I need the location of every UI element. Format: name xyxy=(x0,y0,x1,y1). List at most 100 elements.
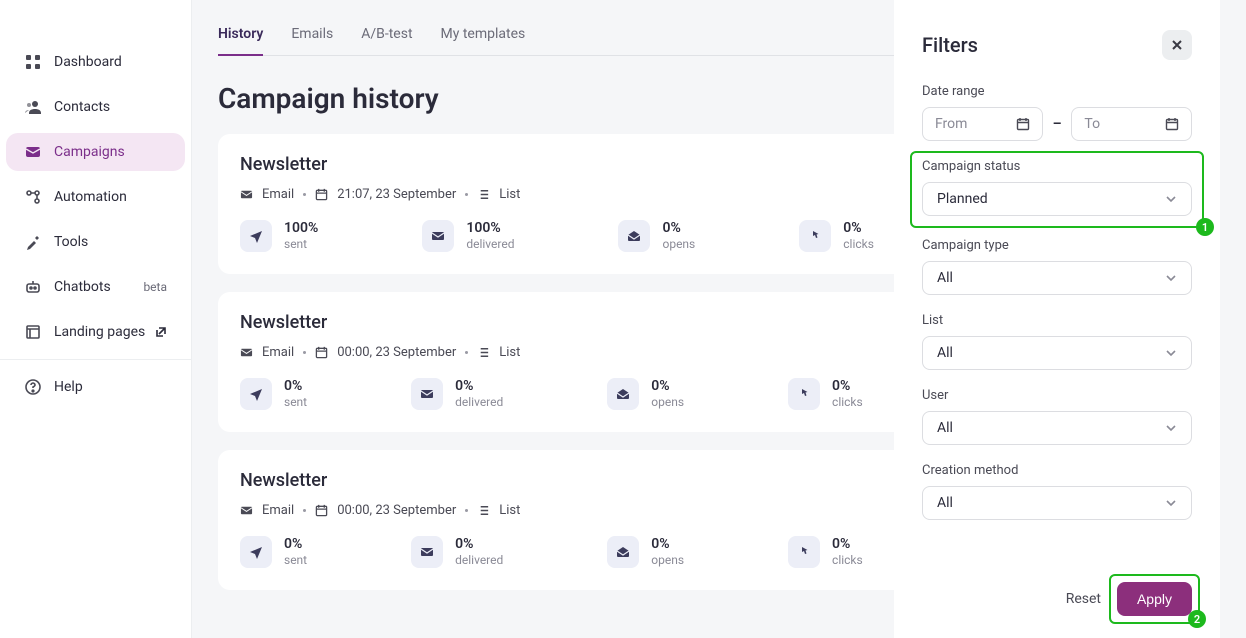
sidebar-divider xyxy=(0,359,191,360)
tab-templates[interactable]: My templates xyxy=(441,26,526,55)
stat-clicks: 0% clicks xyxy=(788,536,863,568)
sidebar-item-automation[interactable]: Automation xyxy=(6,178,185,216)
creation-method-select[interactable]: All xyxy=(922,486,1192,520)
stat-label: opens xyxy=(651,395,684,409)
sidebar-item-tools[interactable]: Tools xyxy=(6,223,185,261)
list-icon xyxy=(477,346,490,359)
stat-label: delivered xyxy=(466,237,514,251)
campaign-list-name: List xyxy=(499,503,520,518)
filter-list: List All xyxy=(922,313,1192,370)
stat-value: 100% xyxy=(284,220,318,237)
stat-opens: 0% opens xyxy=(618,220,695,252)
email-icon xyxy=(240,504,253,517)
filter-panel: Filters Date range From – To Campaign st… xyxy=(894,0,1220,638)
email-icon xyxy=(240,188,253,201)
stat-label: clicks xyxy=(843,237,874,251)
help-icon xyxy=(24,378,42,396)
stat-label: clicks xyxy=(832,553,863,567)
sidebar-item-contacts[interactable]: Contacts xyxy=(6,88,185,126)
stat-value: 0% xyxy=(832,378,863,395)
chatbots-icon xyxy=(24,278,42,296)
delivered-icon xyxy=(411,378,443,410)
stat-label: delivered xyxy=(455,553,503,567)
stat-sent: 0% sent xyxy=(240,536,307,568)
stat-label: clicks xyxy=(832,395,863,409)
page-title: Campaign history xyxy=(218,82,439,115)
campaign-date: 21:07, 23 September xyxy=(337,187,456,202)
sent-icon xyxy=(240,378,272,410)
sidebar-item-campaigns[interactable]: Campaigns xyxy=(6,133,185,171)
dashboard-icon xyxy=(24,53,42,71)
date-to-input[interactable]: To xyxy=(1071,107,1192,141)
opens-icon xyxy=(607,378,639,410)
calendar-icon xyxy=(315,504,328,517)
stat-label: opens xyxy=(651,553,684,567)
stat-value: 0% xyxy=(843,220,874,237)
sidebar-item-label: Dashboard xyxy=(54,54,122,70)
stat-label: opens xyxy=(662,237,695,251)
stat-clicks: 0% clicks xyxy=(788,378,863,410)
stat-value: 0% xyxy=(651,378,684,395)
chevron-down-icon xyxy=(1165,347,1177,359)
email-icon xyxy=(240,346,253,359)
campaign-type-select[interactable]: All xyxy=(922,261,1192,295)
filter-label-date: Date range xyxy=(922,84,1192,99)
sidebar-item-label: Campaigns xyxy=(54,144,125,160)
clicks-icon xyxy=(799,220,831,252)
tools-icon xyxy=(24,233,42,251)
contacts-icon xyxy=(24,98,42,116)
stat-delivered: 0% delivered xyxy=(411,378,503,410)
stat-value: 0% xyxy=(284,378,307,395)
filter-label-status: Campaign status xyxy=(922,159,1192,174)
campaign-type: Email xyxy=(262,503,294,518)
chevron-down-icon xyxy=(1165,497,1177,509)
filter-campaign-type: Campaign type All xyxy=(922,238,1192,295)
calendar-icon xyxy=(315,188,328,201)
sidebar-item-label: Automation xyxy=(54,189,127,205)
chevron-down-icon xyxy=(1165,272,1177,284)
filter-footer: Reset Apply 2 xyxy=(922,582,1192,616)
stat-label: sent xyxy=(284,237,318,251)
filter-label-type: Campaign type xyxy=(922,238,1192,253)
opens-icon xyxy=(618,220,650,252)
chevron-down-icon xyxy=(1165,422,1177,434)
annotation-badge-1: 1 xyxy=(1196,218,1214,236)
list-select[interactable]: All xyxy=(922,336,1192,370)
tab-history[interactable]: History xyxy=(218,26,263,56)
reset-button[interactable]: Reset xyxy=(1066,591,1101,607)
calendar-icon xyxy=(1016,117,1030,131)
sidebar-item-dashboard[interactable]: Dashboard xyxy=(6,43,185,81)
stat-value: 0% xyxy=(832,536,863,553)
stat-opens: 0% opens xyxy=(607,536,684,568)
sidebar-item-label: Help xyxy=(54,379,83,395)
annotation-badge-2: 2 xyxy=(1188,610,1206,628)
clicks-icon xyxy=(788,378,820,410)
stat-label: sent xyxy=(284,553,307,567)
sidebar-item-label: Chatbots xyxy=(54,279,111,295)
sent-icon xyxy=(240,536,272,568)
stat-value: 0% xyxy=(455,536,503,553)
external-icon xyxy=(155,326,167,338)
campaign-date: 00:00, 23 September xyxy=(337,345,456,360)
sidebar-item-landing-pages[interactable]: Landing pages xyxy=(6,313,185,351)
date-from-input[interactable]: From xyxy=(922,107,1043,141)
campaign-status-select[interactable]: Planned xyxy=(922,182,1192,216)
automation-icon xyxy=(24,188,42,206)
close-button[interactable] xyxy=(1162,30,1192,60)
sidebar-item-help[interactable]: Help xyxy=(6,368,185,406)
chevron-down-icon xyxy=(1165,193,1177,205)
beta-badge: beta xyxy=(143,280,167,294)
sidebar: Dashboard Contacts Campaigns Automation … xyxy=(0,0,192,638)
campaign-type: Email xyxy=(262,187,294,202)
tab-emails[interactable]: Emails xyxy=(291,26,333,55)
sidebar-item-chatbots[interactable]: Chatbots beta xyxy=(6,268,185,306)
filter-label-user: User xyxy=(922,388,1192,403)
apply-button[interactable]: Apply xyxy=(1117,582,1192,616)
stat-value: 100% xyxy=(466,220,514,237)
stat-clicks: 0% clicks xyxy=(799,220,874,252)
filter-user: User All xyxy=(922,388,1192,445)
user-select[interactable]: All xyxy=(922,411,1192,445)
tab-abtest[interactable]: A/B-test xyxy=(361,26,412,55)
sent-icon xyxy=(240,220,272,252)
stat-delivered: 100% delivered xyxy=(422,220,514,252)
